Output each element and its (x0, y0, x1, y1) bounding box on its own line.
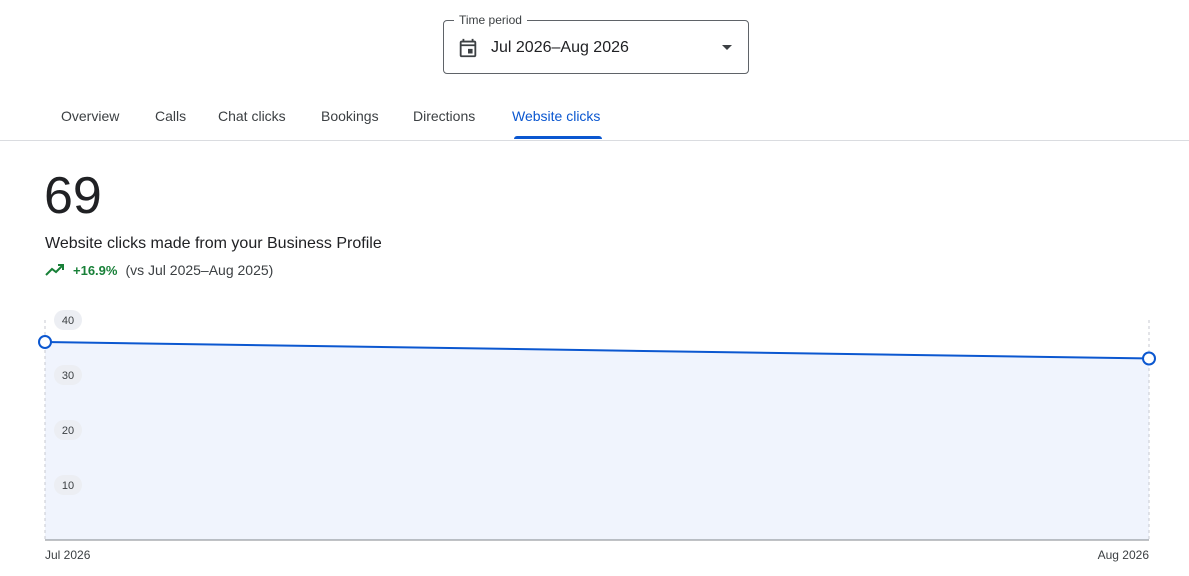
data-point (38, 335, 52, 349)
time-period-value: Jul 2026–Aug 2026 (491, 39, 629, 56)
trend-comparison-period: (vs Jul 2025–Aug 2025) (125, 262, 274, 278)
tab-chat-clicks[interactable]: Chat clicks (218, 108, 286, 124)
trending-up-icon (45, 264, 64, 276)
time-period-label: Time period (454, 13, 527, 27)
metric-total: 69 (44, 167, 102, 225)
active-tab-indicator (514, 136, 602, 139)
chart-area-fill (45, 342, 1149, 540)
x-tick-label: Aug 2026 (1098, 548, 1150, 562)
trend-change-percent: +16.9% (73, 262, 118, 278)
tab-calls[interactable]: Calls (155, 108, 186, 124)
dropdown-arrow-icon (722, 45, 732, 50)
y-tick-label: 10 (62, 480, 74, 492)
x-tick-label: Jul 2026 (45, 548, 91, 562)
metrics-tabs: Overview Calls Chat clicks Bookings Dire… (0, 96, 1189, 141)
trend-summary: +16.9% (vs Jul 2025–Aug 2025) (45, 261, 273, 279)
calendar-icon (459, 38, 477, 58)
y-tick-label: 20 (62, 425, 74, 437)
website-clicks-chart: 10 20 30 40 Jul 2026 Aug 2026 (38, 310, 1156, 562)
data-point (1142, 351, 1156, 366)
tab-bookings[interactable]: Bookings (321, 108, 379, 124)
tab-overview[interactable]: Overview (61, 108, 119, 124)
y-tick-label: 30 (62, 370, 74, 382)
metric-description: Website clicks made from your Business P… (45, 235, 382, 252)
y-tick-label: 40 (62, 315, 74, 327)
tab-directions[interactable]: Directions (413, 108, 475, 124)
time-period-select[interactable]: Time period Jul 2026–Aug 2026 (443, 13, 749, 74)
tab-website-clicks[interactable]: Website clicks (512, 108, 600, 124)
